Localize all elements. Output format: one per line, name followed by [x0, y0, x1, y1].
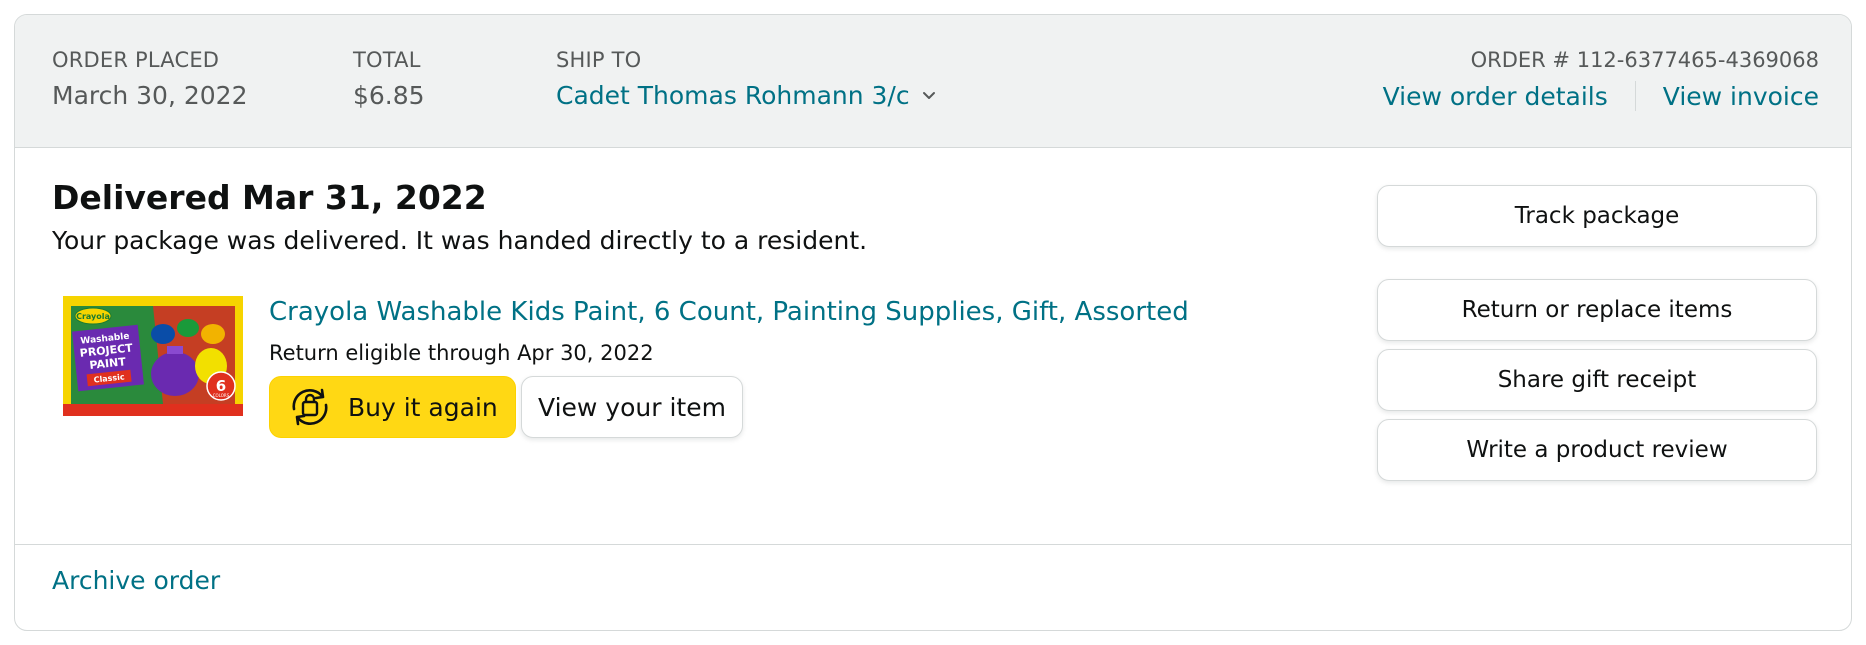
view-order-details-link[interactable]: View order details	[1383, 82, 1608, 111]
buy-it-again-label: Buy it again	[348, 392, 498, 422]
product-title-link[interactable]: Crayola Washable Kids Paint, 6 Count, Pa…	[269, 297, 1189, 327]
archive-order-link[interactable]: Archive order	[52, 566, 220, 595]
track-package-button[interactable]: Track package	[1377, 185, 1817, 247]
order-total: $6.85	[353, 81, 425, 110]
reorder-icon	[292, 388, 328, 426]
order-links: View order details View invoice	[1383, 81, 1819, 111]
order-placed-date: March 30, 2022	[52, 81, 248, 110]
delivery-status-title: Delivered Mar 31, 2022	[52, 178, 487, 217]
write-review-button[interactable]: Write a product review	[1377, 419, 1817, 481]
return-replace-button[interactable]: Return or replace items	[1377, 279, 1817, 341]
product-image[interactable]: 6 COLORS Crayola Washable PROJECT PAINT …	[63, 296, 243, 416]
ship-to-label: SHIP TO	[556, 48, 642, 72]
total-label: TOTAL	[353, 48, 421, 72]
order-header: ORDER PLACED March 30, 2022 TOTAL $6.85 …	[15, 15, 1851, 148]
brand-logo-text: Crayola	[76, 312, 110, 321]
order-number: ORDER # 112-6377465-4369068	[1470, 48, 1819, 72]
chevron-down-icon	[922, 91, 935, 99]
return-eligibility-text: Return eligible through Apr 30, 2022	[269, 341, 654, 365]
delivery-status-detail: Your package was delivered. It was hande…	[52, 226, 868, 255]
view-your-item-button[interactable]: View your item	[521, 376, 743, 438]
count-unit-text: COLORS	[213, 393, 230, 398]
order-card: ORDER PLACED March 30, 2022 TOTAL $6.85 …	[14, 14, 1852, 631]
order-placed-label: ORDER PLACED	[52, 48, 220, 72]
ship-to-name: Cadet Thomas Rohmann 3/c	[556, 81, 910, 110]
view-invoice-link[interactable]: View invoice	[1663, 82, 1819, 111]
buy-it-again-button[interactable]: Buy it again	[269, 376, 516, 438]
footer-divider	[15, 544, 1851, 545]
shipment-section: Delivered Mar 31, 2022 Your package was …	[15, 148, 1851, 544]
ship-to-recipient[interactable]: Cadet Thomas Rohmann 3/c	[556, 81, 936, 110]
links-divider	[1634, 81, 1636, 111]
share-gift-receipt-button[interactable]: Share gift receipt	[1377, 349, 1817, 411]
